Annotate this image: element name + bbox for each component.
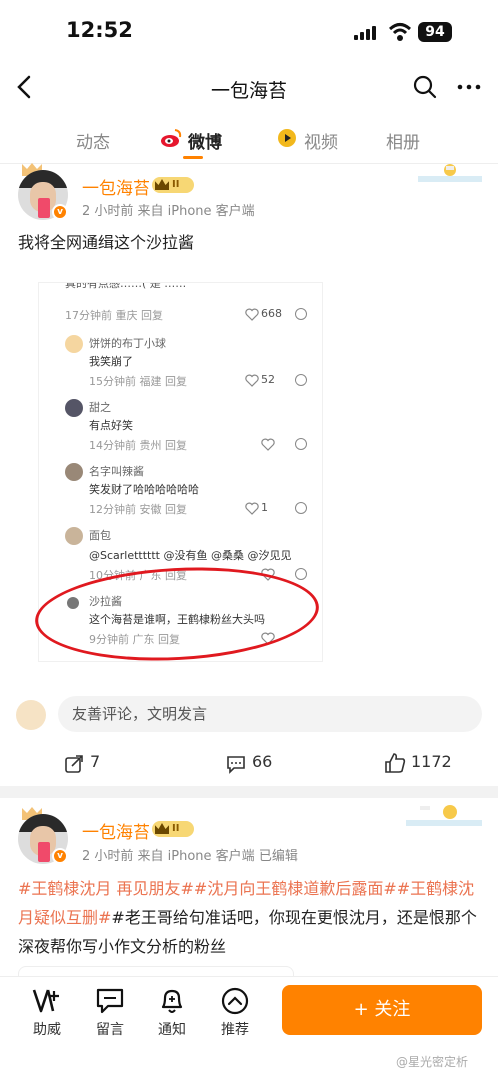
- repost-icon[interactable]: [64, 754, 84, 774]
- crown-icon: [155, 179, 169, 190]
- decoration-icon: [406, 805, 482, 826]
- more-icon: [295, 502, 307, 514]
- tab-weibo[interactable]: 微博: [188, 128, 222, 153]
- like-count: 1: [261, 501, 268, 514]
- tab-video[interactable]: 视频: [304, 128, 338, 153]
- like-icon: [245, 374, 259, 387]
- message-button[interactable]: 留言: [85, 987, 135, 1039]
- username[interactable]: 一包海苔: [82, 818, 150, 843]
- post-text-body: #老王哥给句准话吧: [111, 908, 253, 927]
- like-count: 668: [261, 307, 282, 320]
- commenter-avatar: [65, 335, 83, 353]
- comment-icon[interactable]: [226, 754, 246, 774]
- repost-count[interactable]: 7: [90, 752, 100, 771]
- help-label: 助威: [33, 1022, 61, 1038]
- level-badge: II: [152, 177, 194, 193]
- more-icon: [295, 438, 307, 450]
- comment-input[interactable]: 友善评论，文明发言: [58, 696, 482, 732]
- bell-icon: [161, 989, 183, 1013]
- my-avatar: [16, 700, 46, 730]
- like-count: 52: [261, 373, 275, 386]
- more-icon[interactable]: [456, 74, 482, 100]
- commenter-avatar: [65, 399, 83, 417]
- more-icon: [295, 308, 307, 320]
- cheer-icon: [32, 989, 59, 1013]
- tab-album[interactable]: 相册: [386, 128, 420, 153]
- battery-icon: 94: [418, 22, 452, 42]
- like-icon: [261, 438, 275, 451]
- topic-link[interactable]: #沈月向王鹤棣道歉后露面#: [194, 879, 397, 898]
- watermark: @星光密定析: [396, 1055, 469, 1069]
- comment-meta: 15分钟前 福建 回复: [89, 375, 187, 388]
- tab-dynamic[interactable]: 动态: [76, 128, 110, 153]
- post-meta: 2 小时前 来自 iPhone 客户端 已编辑: [82, 849, 298, 864]
- post-actions: 7 66 1172: [0, 740, 498, 784]
- level-badge: II: [152, 821, 194, 837]
- divider: [0, 786, 498, 798]
- commenter-name: 名字叫辣酱: [89, 465, 144, 478]
- notify-button[interactable]: 通知: [147, 987, 197, 1039]
- post-text: 我将全网通缉这个沙拉酱: [18, 233, 195, 252]
- help-button[interactable]: 助威: [22, 987, 72, 1039]
- verified-icon: v: [52, 848, 68, 864]
- commenter-name: 饼饼的布丁小球: [89, 337, 166, 350]
- status-bar: 12:52 94: [0, 0, 498, 62]
- notify-label: 通知: [158, 1022, 186, 1038]
- comment-text: 有点好笑: [89, 419, 133, 432]
- weibo-logo-icon: [161, 129, 182, 147]
- commenter-name: 面包: [89, 529, 111, 542]
- more-icon: [295, 568, 307, 580]
- search-icon[interactable]: [412, 74, 438, 100]
- comment-meta: 14分钟前 贵州 回复: [89, 439, 187, 452]
- bottom-toolbar: 助威 留言 通知 推荐 + 关注 @星光密定析: [0, 976, 498, 1080]
- like-count[interactable]: 1172: [411, 752, 452, 771]
- comment-text: @Scarletttttt @没有鱼 @桑桑 @汐见见: [89, 549, 292, 562]
- comment-meta: 12分钟前 安徽 回复: [89, 503, 187, 516]
- recommend-label: 推荐: [221, 1022, 249, 1038]
- video-icon: [278, 129, 296, 147]
- more-icon: [295, 374, 307, 386]
- follow-button[interactable]: + 关注: [282, 985, 482, 1035]
- commenter-avatar: [65, 527, 83, 545]
- crown-icon: [155, 823, 169, 834]
- like-icon: [245, 502, 259, 515]
- message-icon: [96, 988, 124, 1014]
- message-label: 留言: [96, 1022, 124, 1038]
- tab-active-indicator: [183, 156, 203, 159]
- post-meta: 2 小时前 来自 iPhone 客户端: [82, 204, 255, 219]
- nav-bar: 一包海苔: [0, 62, 498, 114]
- comment-text: 笑发财了哈哈哈哈哈哈: [89, 483, 199, 496]
- chevron-up-circle-icon: [221, 987, 249, 1015]
- comment-text: 我笑崩了: [89, 355, 133, 368]
- commenter-name: 甜之: [89, 401, 111, 414]
- image-top-text: 真的有点感……( 是 ……: [65, 282, 187, 290]
- post-text: #王鹤棣沈月 再见朋友##沈月向王鹤棣道歉后露面##王鹤棣沈月疑似互删##老王哥…: [18, 874, 482, 961]
- comment-count[interactable]: 66: [252, 752, 272, 771]
- decoration-icon: [418, 164, 482, 182]
- comment-meta: 17分钟前 重庆 回复: [65, 309, 163, 322]
- topic-link[interactable]: #王鹤棣沈月 再见朋友#: [18, 879, 194, 898]
- username[interactable]: 一包海苔: [82, 174, 150, 199]
- wifi-icon: [388, 23, 412, 41]
- verified-icon: v: [52, 204, 68, 220]
- status-time: 12:52: [66, 18, 133, 42]
- signal-icon: [354, 26, 380, 40]
- profile-tabs: 动态 微博 视频 相册: [0, 114, 498, 164]
- commenter-avatar: [65, 463, 83, 481]
- recommend-button[interactable]: 推荐: [210, 987, 260, 1039]
- like-icon: [245, 308, 259, 321]
- like-icon[interactable]: [384, 752, 406, 774]
